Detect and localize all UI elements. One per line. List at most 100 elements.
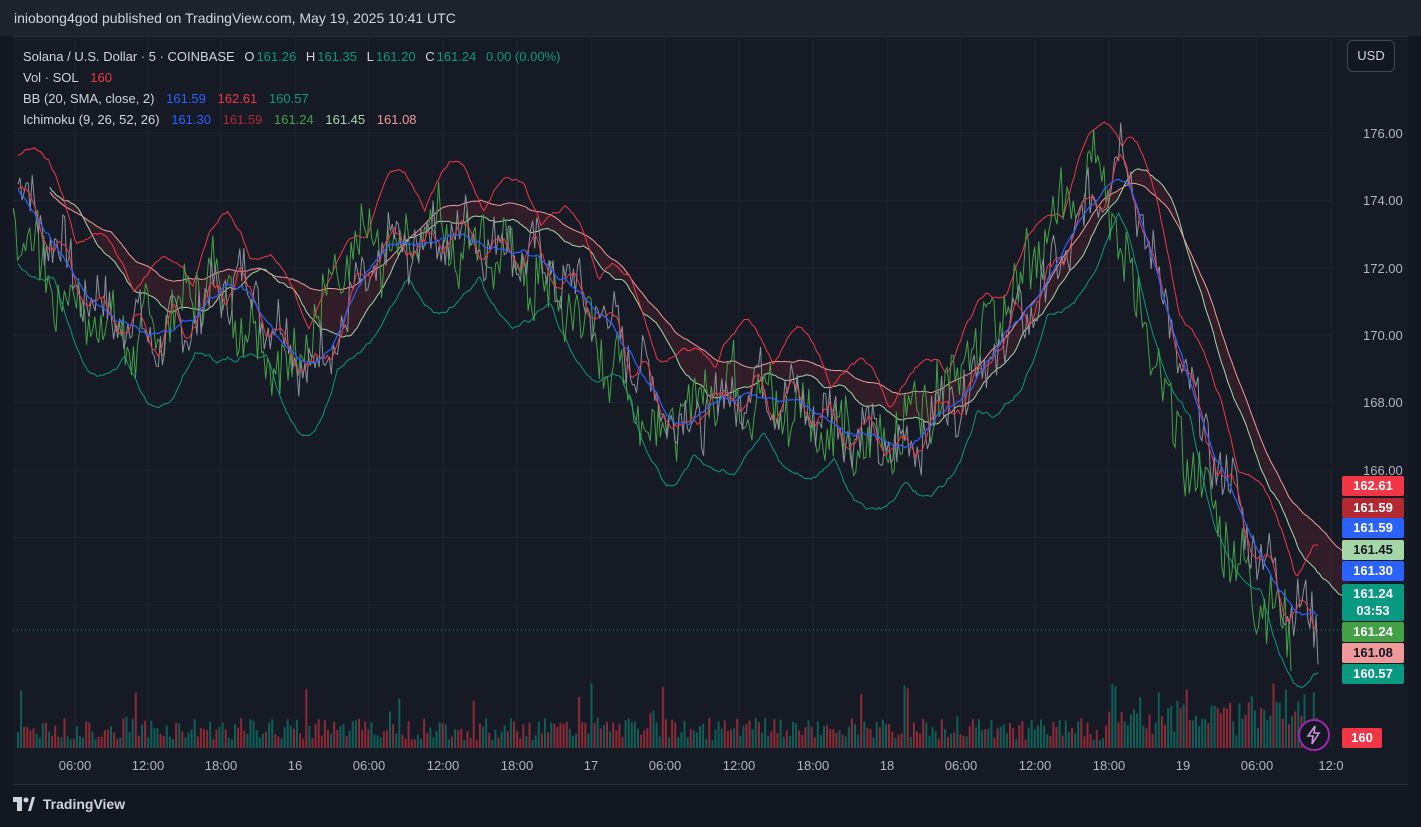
volume-bar	[506, 731, 509, 748]
volume-bar	[286, 719, 289, 748]
volume-bar	[1201, 718, 1204, 748]
volume-bar	[903, 685, 906, 748]
volume-bar	[971, 719, 974, 748]
volume-bar	[565, 721, 568, 748]
volume-bar	[392, 724, 395, 748]
volume-bar	[175, 722, 178, 748]
volume-bar	[919, 733, 922, 748]
ichimoku-label[interactable]: Ichimoku (9, 26, 52, 26)	[23, 112, 160, 127]
volume-bar	[937, 738, 940, 748]
ichimoku-span-b-value: 161.08	[376, 112, 417, 127]
volume-bar	[996, 728, 999, 748]
volume-bar	[1222, 707, 1225, 748]
volume-bar	[844, 736, 847, 748]
volume-bar	[348, 730, 351, 748]
volume-bar	[261, 733, 264, 748]
x-tick-label: 06:00	[59, 758, 92, 773]
volume-bar	[206, 729, 209, 748]
volume-bar	[57, 736, 60, 748]
volume-bar	[258, 737, 261, 748]
volume-bar	[643, 730, 646, 748]
volume-bar	[792, 721, 794, 748]
volume-bar	[1136, 713, 1139, 748]
volume-bar	[1129, 714, 1132, 748]
volume-bar	[482, 726, 484, 748]
volume-bar	[1160, 716, 1163, 748]
volume-bar	[221, 722, 224, 748]
volume-bar	[974, 727, 977, 748]
volume-bar	[106, 729, 109, 748]
volume-bar	[48, 731, 50, 748]
volume-bar	[187, 732, 190, 748]
currency-button[interactable]: USD	[1347, 40, 1395, 72]
volume-bar	[249, 719, 252, 748]
volume-bar	[1204, 719, 1207, 748]
volume-bar	[1219, 712, 1222, 748]
volume-bar	[680, 732, 683, 748]
volume-bar	[203, 729, 205, 748]
x-tick-label: 18	[880, 758, 894, 773]
volume-bar	[299, 733, 302, 748]
volume-bar	[296, 719, 298, 748]
volume-bar	[795, 723, 798, 748]
volume-bar	[212, 739, 215, 748]
volume-bar	[748, 720, 751, 748]
volume-bar	[497, 737, 500, 748]
volume-bar	[547, 732, 550, 748]
volume-bar	[751, 729, 754, 748]
bb-label[interactable]: BB (20, SMA, close, 2)	[23, 91, 155, 106]
publish-bar: iniobong4god published on TradingView.co…	[0, 0, 1421, 36]
volume-bar	[615, 730, 618, 748]
volume-bar	[1142, 725, 1145, 748]
volume-bar	[1182, 704, 1185, 748]
volume-bar	[159, 734, 162, 748]
volume-label[interactable]: Vol · SOL	[23, 70, 79, 85]
volume-bar	[1074, 733, 1077, 748]
volume-bar	[531, 739, 534, 748]
volume-bar	[323, 720, 326, 748]
volume-bar	[1198, 726, 1201, 748]
volume-bar	[788, 735, 791, 748]
volume-bar	[940, 719, 943, 748]
volume-bar	[1284, 689, 1287, 748]
volume-bar	[630, 722, 633, 748]
volume-bar	[416, 735, 419, 748]
volume-bar	[401, 734, 404, 748]
bolt-icon[interactable]	[1298, 719, 1330, 751]
volume-bar	[1108, 711, 1111, 748]
volume-bar	[314, 724, 317, 748]
volume-bar	[1030, 720, 1033, 748]
volume-bar	[302, 738, 305, 748]
volume-bar	[103, 730, 106, 748]
publish-info: iniobong4god published on TradingView.co…	[14, 10, 456, 26]
x-tick-label: 18:00	[501, 758, 534, 773]
volume-bar	[587, 733, 590, 748]
volume-bar	[494, 729, 497, 748]
volume-bar	[863, 721, 866, 748]
volume-bar	[116, 739, 119, 748]
x-tick-label: 06:00	[353, 758, 386, 773]
x-tick-label: 12:0	[1318, 758, 1343, 773]
volume-bar	[978, 719, 980, 748]
volume-bar	[1036, 725, 1039, 748]
symbol-name[interactable]: Solana / U.S. Dollar · 5 · COINBASE	[23, 49, 235, 64]
volume-bar	[909, 736, 912, 748]
volume-bar	[1077, 721, 1080, 748]
volume-bar	[85, 721, 88, 748]
volume-bar	[51, 735, 54, 748]
price-chart[interactable]: 176.00174.00172.00170.00168.00166.000006…	[13, 36, 1408, 783]
volume-bar	[224, 729, 227, 748]
volume-bar	[271, 719, 274, 748]
volume-bar	[581, 722, 584, 748]
volume-bar	[379, 737, 382, 748]
volume-bar	[153, 728, 156, 748]
volume-bar	[962, 735, 965, 748]
volume-bar	[330, 733, 333, 748]
volume-bar	[860, 694, 863, 748]
legend-symbol-row: Solana / U.S. Dollar · 5 · COINBASE O 161…	[23, 46, 562, 67]
ichimoku-lagging-value: 161.24	[273, 112, 314, 127]
volume-bar	[850, 718, 853, 748]
price-tag: 161.45	[1342, 540, 1404, 560]
volume-bar	[1151, 733, 1154, 748]
volume-bar	[1176, 700, 1179, 748]
